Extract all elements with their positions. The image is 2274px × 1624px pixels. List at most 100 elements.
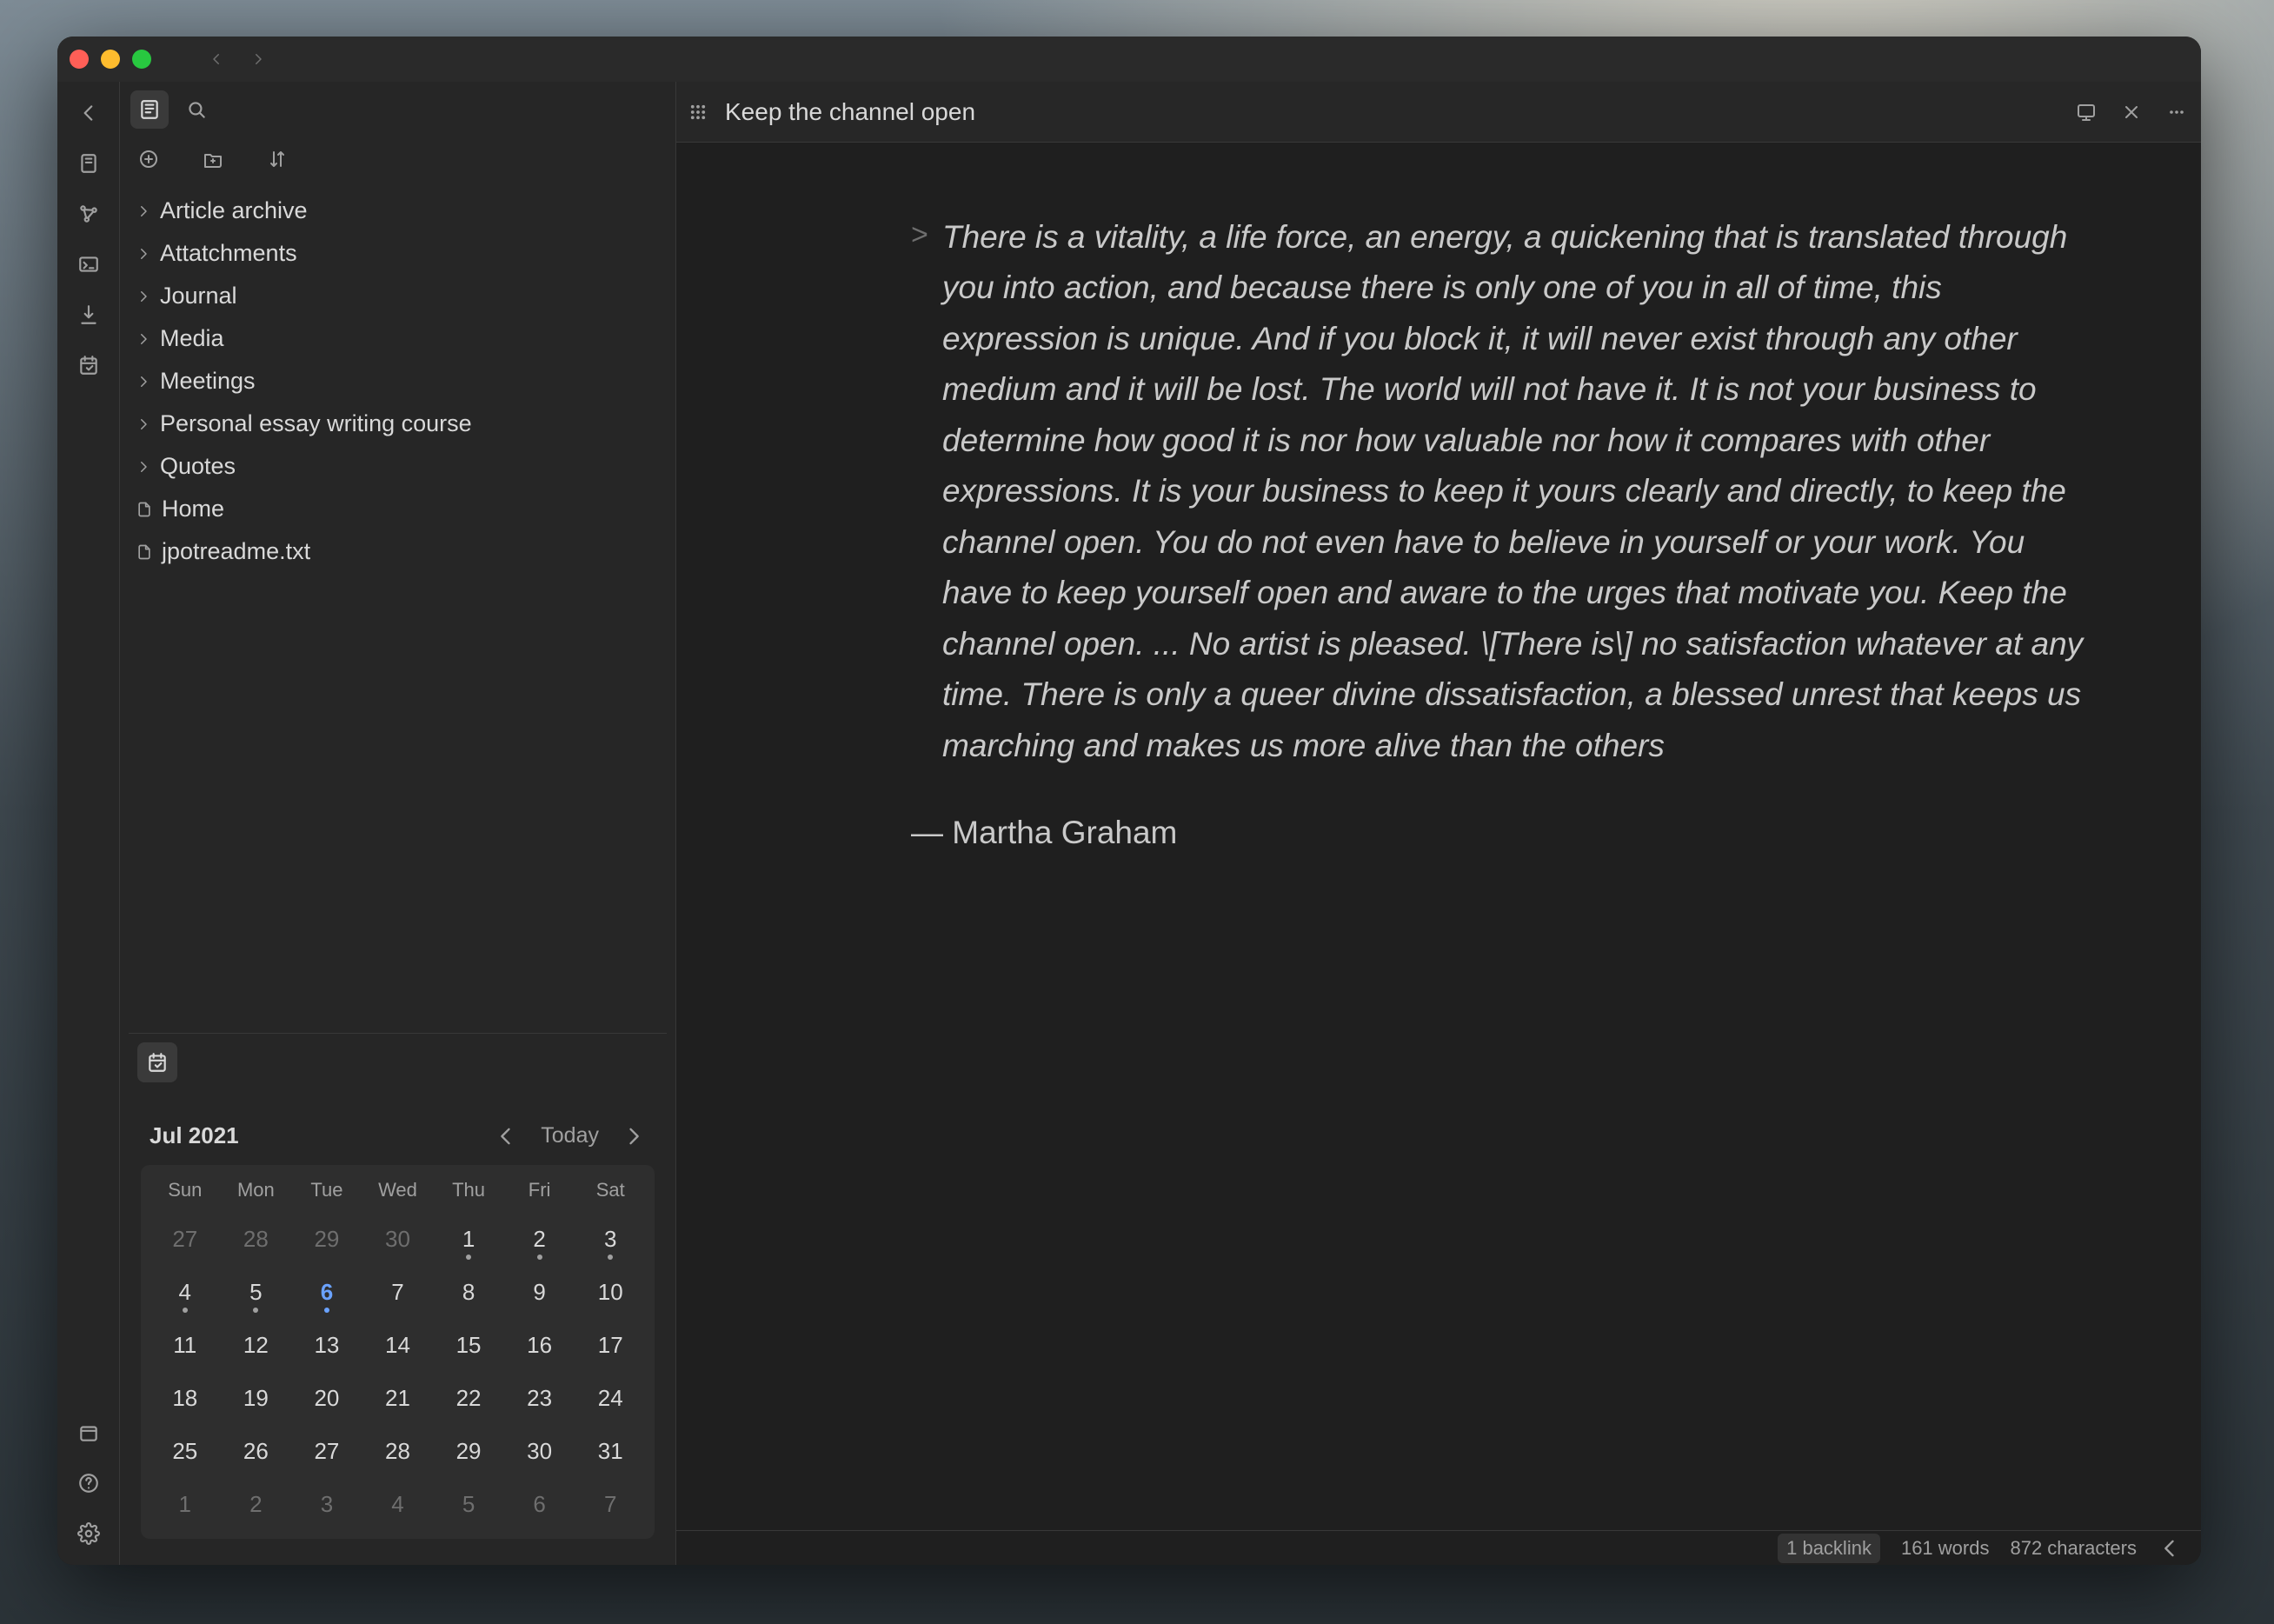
calendar-day[interactable]: 27 — [291, 1429, 362, 1474]
calendar-dow: Thu — [433, 1179, 504, 1208]
calendar-day[interactable]: 5 — [433, 1482, 504, 1527]
calendar-day[interactable]: 24 — [575, 1376, 646, 1421]
calendar-today-button[interactable]: Today — [541, 1123, 599, 1148]
note-editor[interactable]: There is a vitality, a life force, an en… — [676, 143, 2201, 1530]
tree-item-label: Journal — [160, 283, 237, 309]
more-options-icon[interactable] — [2161, 97, 2192, 128]
status-char-count: 872 characters — [2010, 1537, 2137, 1560]
calendar-day[interactable]: 20 — [291, 1376, 362, 1421]
status-word-count: 161 words — [1901, 1537, 1990, 1560]
vault-icon[interactable] — [70, 1414, 108, 1452]
calendar-widget: Jul 2021 Today SunMonTueWedThuFriSat2728… — [129, 1102, 667, 1547]
minimize-window-button[interactable] — [101, 50, 120, 69]
left-ribbon — [57, 82, 120, 1565]
calendar-day[interactable]: 4 — [150, 1270, 221, 1315]
calendar-day[interactable]: 30 — [362, 1217, 434, 1261]
calendar-day[interactable]: 1 — [433, 1217, 504, 1261]
collapse-left-icon[interactable] — [70, 94, 108, 132]
calendar-dow: Sun — [150, 1179, 221, 1208]
calendar-day[interactable]: 2 — [221, 1482, 292, 1527]
folder-item[interactable]: Meetings — [127, 360, 668, 403]
quick-switcher-icon[interactable] — [70, 144, 108, 183]
preview-mode-icon[interactable] — [2071, 97, 2102, 128]
calendar-day[interactable]: 10 — [575, 1270, 646, 1315]
folder-item[interactable]: Journal — [127, 275, 668, 317]
calendar-day[interactable]: 13 — [291, 1323, 362, 1368]
sidebar-tabs — [120, 82, 675, 137]
calendar-day[interactable]: 15 — [433, 1323, 504, 1368]
app-window: Article archiveAttatchments Journal Media M… — [57, 37, 2201, 1565]
calendar-day[interactable]: 18 — [150, 1376, 221, 1421]
calendar-day[interactable]: 2 — [504, 1217, 575, 1261]
help-icon[interactable] — [70, 1464, 108, 1502]
calendar-day[interactable]: 7 — [362, 1270, 434, 1315]
calendar-day[interactable]: 22 — [433, 1376, 504, 1421]
collapse-right-icon[interactable] — [2158, 1536, 2182, 1561]
close-tab-icon[interactable] — [2116, 97, 2147, 128]
templates-icon[interactable] — [70, 296, 108, 334]
calendar-day[interactable]: 21 — [362, 1376, 434, 1421]
calendar-day[interactable]: 12 — [221, 1323, 292, 1368]
search-tab[interactable] — [177, 90, 216, 129]
main-pane: Keep the channel open There is a vitalit… — [676, 82, 2201, 1565]
calendar-day[interactable]: 23 — [504, 1376, 575, 1421]
calendar-day[interactable]: 14 — [362, 1323, 434, 1368]
calendar-day[interactable]: 17 — [575, 1323, 646, 1368]
calendar-prev-button[interactable] — [494, 1124, 518, 1148]
calendar-tab[interactable] — [137, 1042, 177, 1082]
drag-handle-icon[interactable] — [685, 99, 711, 125]
calendar-day[interactable]: 6 — [504, 1482, 575, 1527]
calendar-day[interactable]: 8 — [433, 1270, 504, 1315]
calendar-day[interactable]: 3 — [575, 1217, 646, 1261]
calendar-day[interactable]: 6 — [291, 1270, 362, 1315]
window-controls — [70, 50, 151, 69]
new-folder-button[interactable] — [196, 143, 229, 176]
folder-item[interactable]: Quotes — [127, 445, 668, 488]
file-item[interactable]: Home — [127, 488, 668, 530]
calendar-day[interactable]: 7 — [575, 1482, 646, 1527]
file-explorer-tab[interactable] — [130, 90, 169, 129]
calendar-day[interactable]: 30 — [504, 1429, 575, 1474]
file-item[interactable]: jpotreadme.txt — [127, 530, 668, 573]
quote-block: There is a vitality, a life force, an en… — [911, 212, 2097, 771]
calendar-day[interactable]: 29 — [433, 1429, 504, 1474]
calendar-day[interactable]: 27 — [150, 1217, 221, 1261]
calendar-day[interactable]: 4 — [362, 1482, 434, 1527]
calendar-grid: SunMonTueWedThuFriSat2728293012345678910… — [150, 1179, 646, 1527]
calendar-day[interactable]: 26 — [221, 1429, 292, 1474]
calendar-month-label: Jul 2021 — [150, 1122, 239, 1149]
settings-icon[interactable] — [70, 1514, 108, 1553]
calendar-day[interactable]: 5 — [221, 1270, 292, 1315]
command-palette-icon[interactable] — [70, 245, 108, 283]
calendar-day[interactable]: 1 — [150, 1482, 221, 1527]
calendar-dow: Mon — [221, 1179, 292, 1208]
calendar-dow: Fri — [504, 1179, 575, 1208]
note-title[interactable]: Keep the channel open — [725, 98, 975, 126]
history-back-button[interactable] — [202, 44, 231, 74]
tree-item-label: Quotes — [160, 453, 236, 480]
calendar-day[interactable]: 11 — [150, 1323, 221, 1368]
calendar-day[interactable]: 25 — [150, 1429, 221, 1474]
folder-item[interactable]: Article archive — [127, 190, 668, 232]
status-backlinks[interactable]: 1 backlink — [1778, 1534, 1880, 1563]
folder-item[interactable]: Media — [127, 317, 668, 360]
calendar-next-button[interactable] — [622, 1124, 646, 1148]
calendar-day[interactable]: 19 — [221, 1376, 292, 1421]
folder-item[interactable]: Personal essay writing course — [127, 403, 668, 445]
tree-item-label: Media — [160, 325, 224, 352]
calendar-day[interactable]: 3 — [291, 1482, 362, 1527]
calendar-day[interactable]: 28 — [221, 1217, 292, 1261]
daily-note-icon[interactable] — [70, 346, 108, 384]
maximize-window-button[interactable] — [132, 50, 151, 69]
graph-view-icon[interactable] — [70, 195, 108, 233]
calendar-day[interactable]: 9 — [504, 1270, 575, 1315]
sort-button[interactable] — [261, 143, 294, 176]
calendar-day[interactable]: 28 — [362, 1429, 434, 1474]
calendar-day[interactable]: 16 — [504, 1323, 575, 1368]
calendar-day[interactable]: 29 — [291, 1217, 362, 1261]
folder-item[interactable]: Attatchments — [127, 232, 668, 275]
history-forward-button[interactable] — [243, 44, 273, 74]
close-window-button[interactable] — [70, 50, 89, 69]
new-note-button[interactable] — [132, 143, 165, 176]
calendar-day[interactable]: 31 — [575, 1429, 646, 1474]
